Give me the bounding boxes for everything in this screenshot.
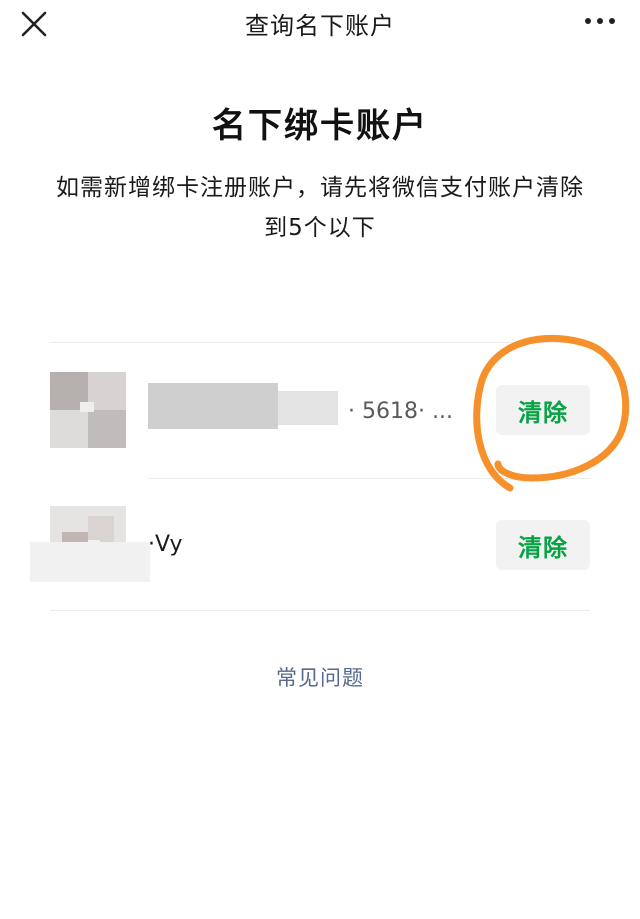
- blurred-name: [148, 383, 278, 429]
- clear-button[interactable]: 清除: [496, 520, 590, 570]
- more-dots-icon[interactable]: [578, 6, 622, 36]
- notice-text: 如需新增绑卡注册账户，请先将微信支付账户清除到5个以下: [56, 175, 584, 241]
- page-title: 查询名下账户: [245, 12, 395, 40]
- blurred-name: [278, 391, 338, 425]
- faq-link[interactable]: 常见问题: [0, 662, 640, 692]
- avatar: [50, 372, 126, 448]
- account-name: · 5618· ...: [348, 399, 453, 424]
- nav-bar: 查询名下账户: [0, 0, 640, 48]
- list-divider-top: [50, 342, 590, 343]
- account-row: ·Vy 清除: [0, 480, 640, 610]
- account-name: ·Vy: [148, 532, 183, 557]
- blurred-name: [30, 542, 150, 582]
- main-heading: 名下绑卡账户: [212, 106, 428, 146]
- list-divider: [148, 478, 590, 479]
- account-row: · 5618· ... 清除: [0, 345, 640, 475]
- list-divider-bottom: [50, 610, 590, 611]
- page: 查询名下账户 名下绑卡账户 如需新增绑卡注册账户，请先将微信支付账户清除到5个以…: [0, 0, 640, 919]
- clear-button[interactable]: 清除: [496, 385, 590, 435]
